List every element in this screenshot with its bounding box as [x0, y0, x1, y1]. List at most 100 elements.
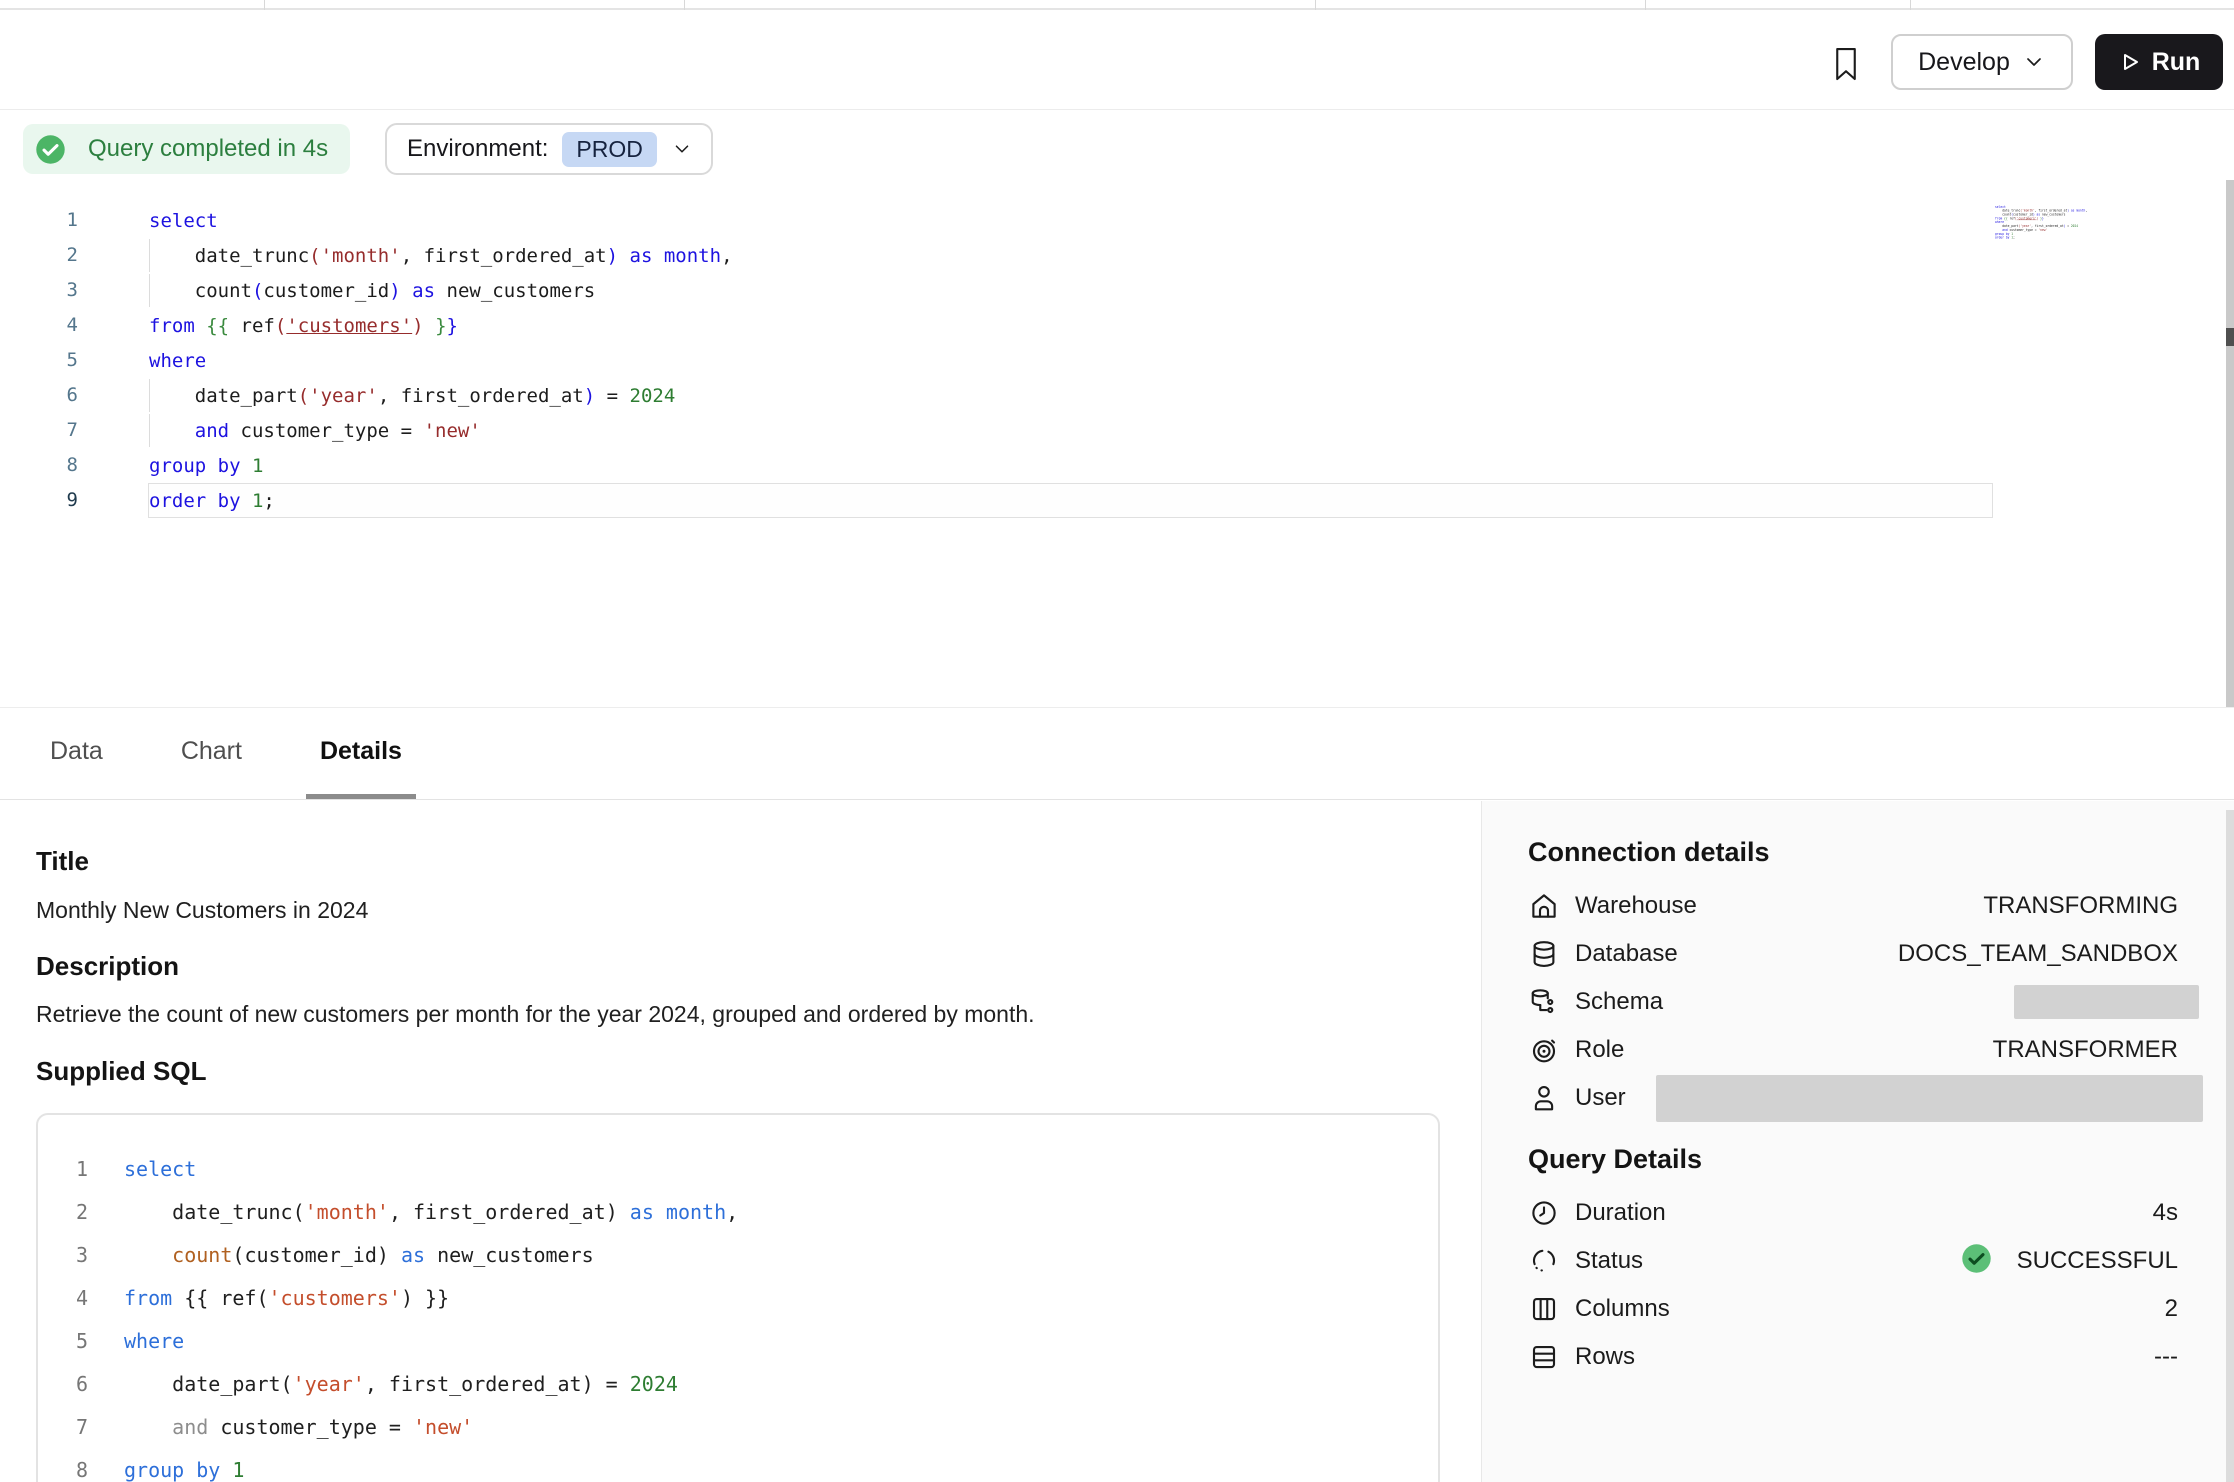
detail-label: Role [1575, 1036, 1624, 1064]
tab-separator [1910, 0, 1911, 10]
tab-data[interactable]: Data [36, 708, 117, 799]
develop-label: Develop [1918, 48, 2010, 77]
chevron-down-icon [671, 138, 693, 160]
code-line[interactable]: 7 and customer_type = 'new' [0, 413, 2234, 448]
tab-separator [684, 0, 685, 10]
warehouse-icon [1528, 890, 1560, 922]
detail-label: User [1575, 1084, 1626, 1112]
connection-details-heading: Connection details [1528, 837, 2178, 868]
detail-value: TRANSFORMING [1983, 892, 2178, 920]
line-number: 2 [38, 1191, 88, 1234]
query-status-text: Query completed in 4s [88, 135, 328, 163]
editor-code[interactable]: 1select2 date_trunc('month', first_order… [0, 203, 2234, 518]
detail-value: SUCCESSFUL [2017, 1247, 2178, 1275]
line-number: 8 [0, 448, 100, 483]
line-number: 5 [38, 1320, 88, 1363]
browser-tab-strip [0, 0, 2234, 10]
code-line: 5where [38, 1320, 1438, 1363]
connection-details-rows: Warehouse TRANSFORMING Database DOCS_TEAM_S… [1528, 882, 2178, 1122]
code-line: 8group by 1 [38, 1449, 1438, 1482]
tab-separator [1315, 0, 1316, 10]
editor-minimap[interactable]: select date_trunc('month', first_ordered… [1995, 205, 2101, 265]
detail-row: Duration4s [1528, 1189, 2178, 1237]
detail-row: Warehouse TRANSFORMING [1528, 882, 2178, 930]
code-line: 3 count(customer_id) as new_customers [38, 1234, 1438, 1277]
bookmark-icon[interactable] [1824, 40, 1868, 88]
supplied-sql-heading: Supplied SQL [36, 1056, 206, 1087]
run-button[interactable]: Run [2095, 34, 2223, 90]
tab-separator [264, 0, 265, 10]
line-number: 8 [38, 1449, 88, 1482]
connection-panel: Connection details Warehouse TRANSFORMING… [1481, 801, 2234, 1482]
environment-value-pill: PROD [562, 132, 656, 167]
title-value: Monthly New Customers in 2024 [36, 897, 368, 924]
line-number: 4 [0, 308, 100, 343]
editor-scrollbar-thumb[interactable] [2226, 328, 2234, 346]
tab-details[interactable]: Details [306, 708, 416, 799]
environment-selector[interactable]: Environment: PROD [385, 123, 713, 175]
detail-value: --- [2154, 1343, 2178, 1371]
description-value: Retrieve the count of new customers per … [36, 1001, 1035, 1028]
detail-value: DOCS_TEAM_SANDBOX [1898, 940, 2178, 968]
details-scrollbar-track[interactable] [2226, 810, 2234, 1482]
detail-row: Rows --- [1528, 1333, 2178, 1381]
line-number: 5 [0, 343, 100, 378]
detail-label: Warehouse [1575, 892, 1697, 920]
detail-row: Schema [1528, 978, 2178, 1026]
redacted-value [1656, 1075, 2203, 1122]
code-line: 7 and customer_type = 'new' [38, 1406, 1438, 1449]
chevron-down-icon [2022, 50, 2046, 74]
line-number: 3 [38, 1234, 88, 1277]
environment-label: Environment: [407, 135, 548, 163]
query-details-rows: Duration4sStatusSUCCESSFULColumns2 Rows --… [1528, 1189, 2178, 1381]
line-number: 4 [38, 1277, 88, 1320]
code-line: order by 1; [1995, 236, 2101, 240]
code-line[interactable]: 9order by 1; [0, 483, 2234, 518]
code-line[interactable]: 3 count(customer_id) as new_customers [0, 273, 2234, 308]
detail-label: Rows [1575, 1343, 1635, 1371]
line-number: 7 [38, 1406, 88, 1449]
code-line: 2 date_trunc('month', first_ordered_at) … [38, 1191, 1438, 1234]
schema-icon [1528, 986, 1560, 1018]
database-icon [1528, 938, 1560, 970]
line-number: 1 [0, 203, 100, 238]
role-icon [1528, 1034, 1560, 1066]
run-label: Run [2152, 48, 2201, 77]
tab-chart[interactable]: Chart [167, 708, 256, 799]
code-line[interactable]: 4from {{ ref('customers') }} [0, 308, 2234, 343]
redacted-value [2014, 985, 2199, 1019]
title-heading: Title [36, 846, 89, 877]
success-check-icon [35, 134, 66, 165]
detail-label: Duration [1575, 1199, 1666, 1227]
line-number: 9 [0, 483, 100, 518]
line-number: 6 [0, 378, 100, 413]
code-line[interactable]: 1select [0, 203, 2234, 238]
play-icon [2118, 50, 2142, 74]
details-pane: Title Monthly New Customers in 2024 Desc… [36, 801, 1440, 1482]
editor-scrollbar-track[interactable] [2226, 180, 2234, 707]
line-number: 3 [0, 273, 100, 308]
code-line: 4from {{ ref('customers') }} [38, 1277, 1438, 1320]
line-number: 1 [38, 1148, 88, 1191]
develop-dropdown-button[interactable]: Develop [1891, 34, 2073, 90]
query-status-badge: Query completed in 4s [23, 124, 350, 174]
detail-label: Database [1575, 940, 1678, 968]
code-line[interactable]: 5where [0, 343, 2234, 378]
code-line[interactable]: 6 date_part('year', first_ordered_at) = … [0, 378, 2234, 413]
status-spinner-icon [1528, 1245, 1560, 1277]
code-line: 6 date_part('year', first_ordered_at) = … [38, 1363, 1438, 1406]
detail-row: Columns2 [1528, 1285, 2178, 1333]
code-line[interactable]: 8group by 1 [0, 448, 2234, 483]
result-tabbar: Data Chart Details [0, 707, 2234, 800]
detail-row: StatusSUCCESSFUL [1528, 1237, 2178, 1285]
detail-value: TRANSFORMER [1993, 1036, 2178, 1064]
clock-icon [1528, 1197, 1560, 1229]
code-line[interactable]: 2 date_trunc('month', first_ordered_at) … [0, 238, 2234, 273]
rows-icon [1528, 1341, 1560, 1373]
sql-editor[interactable]: 1select2 date_trunc('month', first_order… [0, 178, 2234, 707]
columns-icon [1528, 1293, 1560, 1325]
detail-label: Schema [1575, 988, 1663, 1016]
description-heading: Description [36, 951, 179, 982]
line-number: 7 [0, 413, 100, 448]
supplied-sql-block: 1select2 date_trunc('month', first_order… [36, 1113, 1440, 1482]
